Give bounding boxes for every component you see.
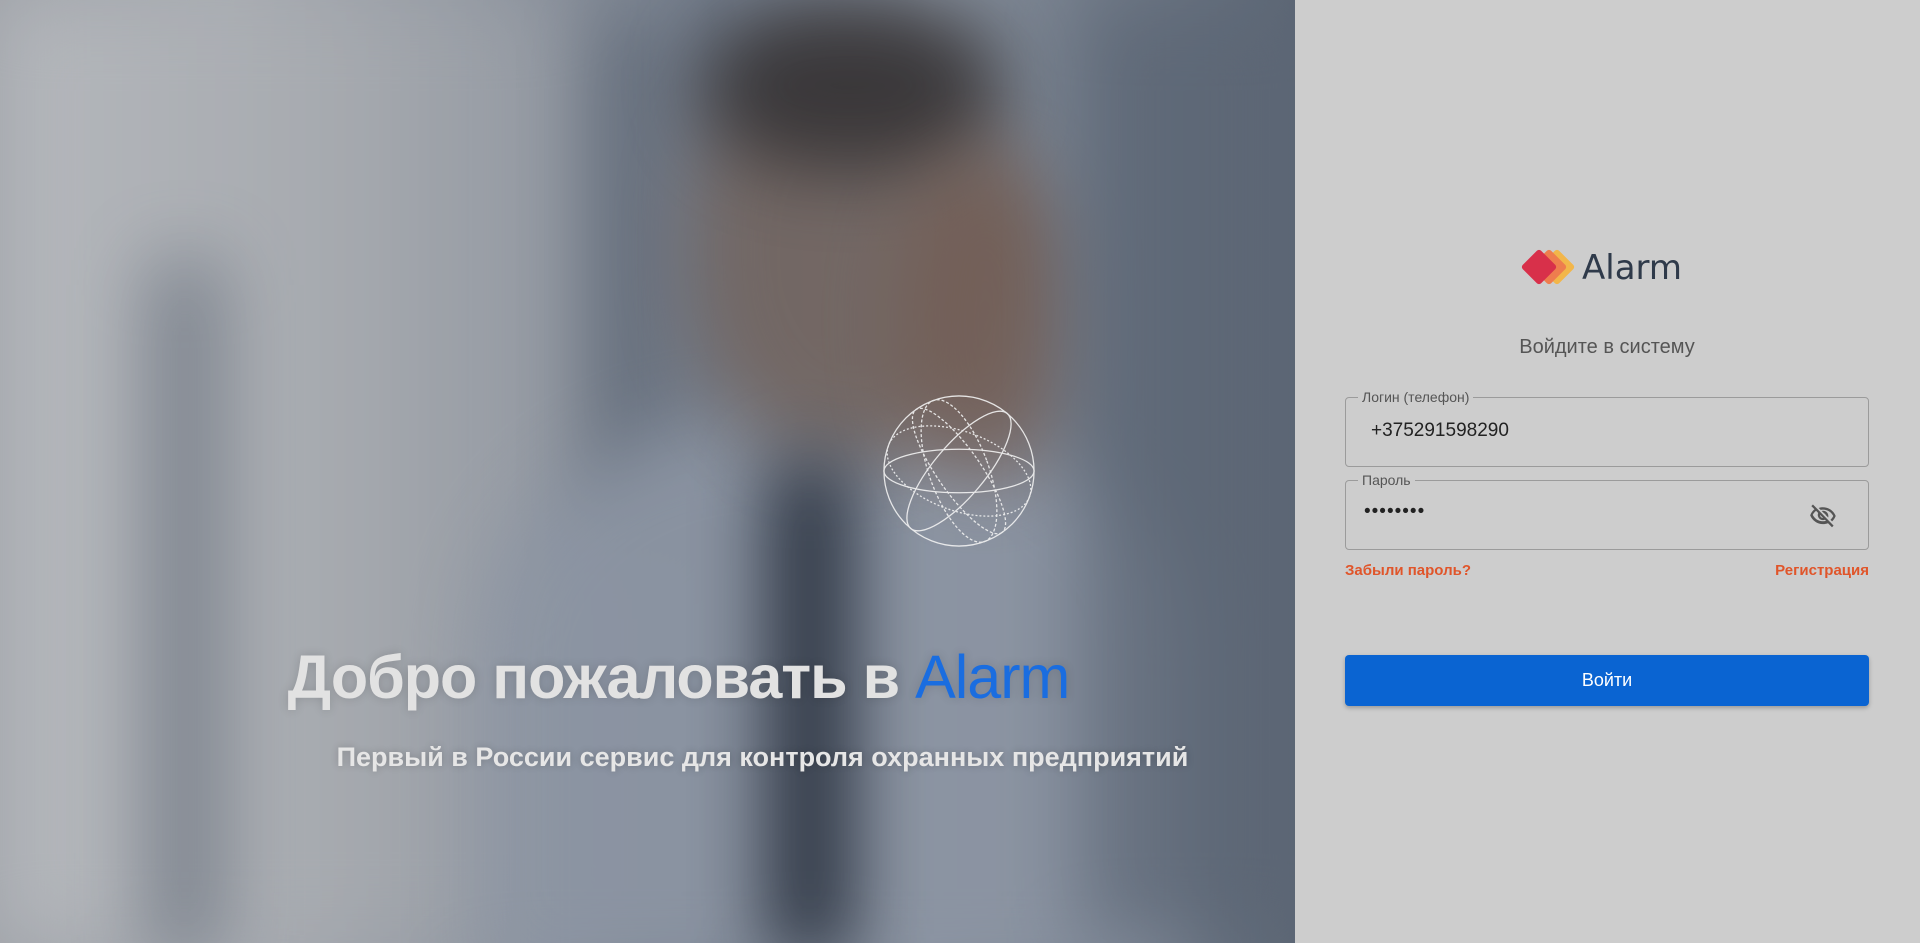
hero-tagline: Первый в России сервис для контроля охра… [336, 742, 1189, 772]
login-phone-label: Логин (телефон) [1358, 389, 1474, 405]
login-button[interactable]: Войти [1345, 655, 1869, 706]
password-field[interactable]: Пароль •••••••• [1345, 472, 1869, 550]
login-subtitle: Войдите в систему [1519, 336, 1695, 358]
logo: Alarm [1520, 246, 1682, 290]
login-phone-value[interactable]: +375291598290 [1371, 420, 1509, 442]
welcome-heading: Добро пожаловать в Alarm [0, 642, 1295, 712]
hero-background: Добро пожаловать в Alarm Первый в России… [0, 0, 1295, 943]
globe-icon [883, 395, 1035, 547]
welcome-text: Добро пожаловать в [287, 643, 916, 711]
register-link[interactable]: Регистрация [1775, 562, 1869, 579]
logo-text: Alarm [1582, 248, 1683, 288]
welcome-brand: Alarm [915, 643, 1070, 711]
login-phone-field[interactable]: Логин (телефон) +375291598290 [1345, 389, 1869, 467]
password-label: Пароль [1358, 472, 1415, 488]
forgot-password-link[interactable]: Забыли пароль? [1345, 562, 1471, 579]
alarm-logo-icon [1520, 246, 1578, 290]
password-value[interactable]: •••••••• [1364, 501, 1425, 523]
eye-off-icon[interactable] [1808, 502, 1838, 530]
